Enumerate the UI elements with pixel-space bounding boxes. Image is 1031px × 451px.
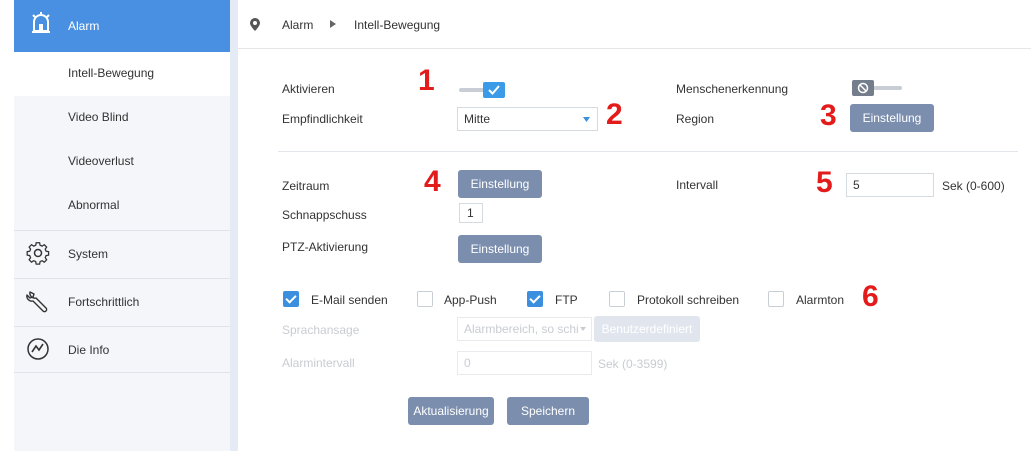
- sensitivity-value: Mitte: [464, 112, 491, 126]
- ptz-label: PTZ-Aktivierung: [282, 240, 369, 254]
- human-detect-label: Menschenerkennung: [676, 82, 789, 96]
- sidebar-divider-bottom: [14, 372, 230, 373]
- annotation-number: 4: [424, 165, 441, 198]
- chevron-down-icon: [580, 327, 586, 331]
- region-label: Region: [676, 112, 715, 126]
- sensitivity-select[interactable]: Mitte: [457, 107, 598, 131]
- period-settings-button[interactable]: Einstellung: [458, 170, 542, 198]
- log-checkbox[interactable]: [609, 291, 625, 307]
- sensitivity-label: Empfindlichkeit: [282, 112, 363, 126]
- location-pin-icon: [250, 18, 260, 31]
- alarm-interval-value: 0: [464, 356, 471, 370]
- activate-label: Aktivieren: [282, 82, 335, 96]
- breadcrumb-root[interactable]: Alarm: [282, 18, 313, 32]
- snapshot-label: Schnappschuss: [282, 208, 367, 222]
- check-icon: [488, 85, 500, 95]
- interval-value: 5: [853, 178, 860, 192]
- sidebar-item-label: Video Blind: [68, 110, 129, 124]
- alarm-tone-label: Alarmton: [796, 293, 845, 307]
- sidebar-item-abnormal[interactable]: Abnormal: [14, 184, 230, 228]
- sidebar-item-label: System: [68, 247, 109, 261]
- sidebar-item-label: Fortschrittlich: [68, 295, 140, 309]
- app-push-label: App-Push: [444, 293, 497, 307]
- annotation-number: 1: [418, 64, 435, 97]
- sidebar-item-fortschrittlich[interactable]: Fortschrittlich: [14, 278, 230, 325]
- sidebar-item-label: Abnormal: [68, 198, 120, 212]
- app-push-checkbox[interactable]: [417, 291, 433, 307]
- save-button[interactable]: Speichern: [507, 397, 589, 425]
- snapshot-value: 1: [467, 206, 474, 220]
- gear-icon: [26, 242, 50, 265]
- disabled-icon: [857, 82, 869, 94]
- chart-info-icon: [27, 338, 49, 360]
- log-label: Protokoll schreiben: [637, 293, 740, 307]
- ftp-checkbox[interactable]: [527, 291, 543, 307]
- voice-select[interactable]: Alarmbereich, so schi: [457, 317, 592, 341]
- refresh-button[interactable]: Aktualisierung: [408, 397, 494, 425]
- voice-value: Alarmbereich, so schi: [464, 322, 579, 336]
- sidebar-divider: [230, 0, 238, 451]
- annotation-number: 2: [606, 98, 623, 131]
- sidebar-item-label: Videoverlust: [68, 154, 134, 168]
- voice-label: Sprachansage: [282, 323, 360, 337]
- breadcrumb: Alarm Intell-Bewegung: [238, 0, 1031, 49]
- alarm-interval-input[interactable]: 0: [457, 351, 592, 375]
- interval-unit: Sek (0-600): [942, 179, 1005, 193]
- ptz-settings-button[interactable]: Einstellung: [458, 235, 542, 263]
- chevron-down-icon: [583, 117, 590, 122]
- human-detect-toggle[interactable]: [852, 80, 902, 96]
- sidebar-item-label: Intell-Bewegung: [68, 66, 155, 80]
- alarm-bell-icon: [32, 12, 50, 33]
- sidebar-item-videoverlust[interactable]: Videoverlust: [14, 140, 230, 184]
- email-label: E-Mail senden: [311, 293, 388, 307]
- alarm-interval-label: Alarmintervall: [282, 356, 355, 370]
- ftp-label: FTP: [555, 293, 578, 307]
- sidebar-item-label: Die Info: [68, 343, 110, 357]
- activate-toggle[interactable]: [459, 82, 511, 98]
- interval-input[interactable]: 5: [846, 173, 934, 197]
- annotation-number: 3: [820, 99, 837, 132]
- chevron-right-icon: [330, 20, 336, 28]
- custom-voice-button[interactable]: Benutzerdefiniert: [594, 316, 700, 342]
- region-settings-button[interactable]: Einstellung: [850, 104, 934, 132]
- sidebar-item-label: Alarm: [68, 19, 100, 33]
- snapshot-input[interactable]: 1: [459, 203, 483, 223]
- alarm-interval-unit: Sek (0-3599): [598, 357, 668, 371]
- sidebar-item-system[interactable]: System: [14, 230, 230, 277]
- interval-label: Intervall: [676, 178, 719, 192]
- wrench-icon: [26, 291, 48, 313]
- section-divider: [278, 151, 1018, 152]
- sidebar-item-intell-bewegung[interactable]: Intell-Bewegung: [14, 52, 230, 96]
- toggle-knob: [852, 80, 874, 96]
- toggle-knob: [483, 82, 505, 98]
- email-checkbox[interactable]: [283, 291, 299, 307]
- annotation-number: 5: [816, 166, 833, 199]
- sidebar-item-die-info[interactable]: Die Info: [14, 326, 230, 373]
- annotation-number: 6: [862, 280, 879, 313]
- breadcrumb-current: Intell-Bewegung: [354, 18, 441, 32]
- sidebar-item-alarm[interactable]: Alarm: [14, 0, 230, 52]
- sidebar-item-video-blind[interactable]: Video Blind: [14, 96, 230, 140]
- alarm-tone-checkbox[interactable]: [768, 291, 784, 307]
- period-label: Zeitraum: [282, 179, 330, 193]
